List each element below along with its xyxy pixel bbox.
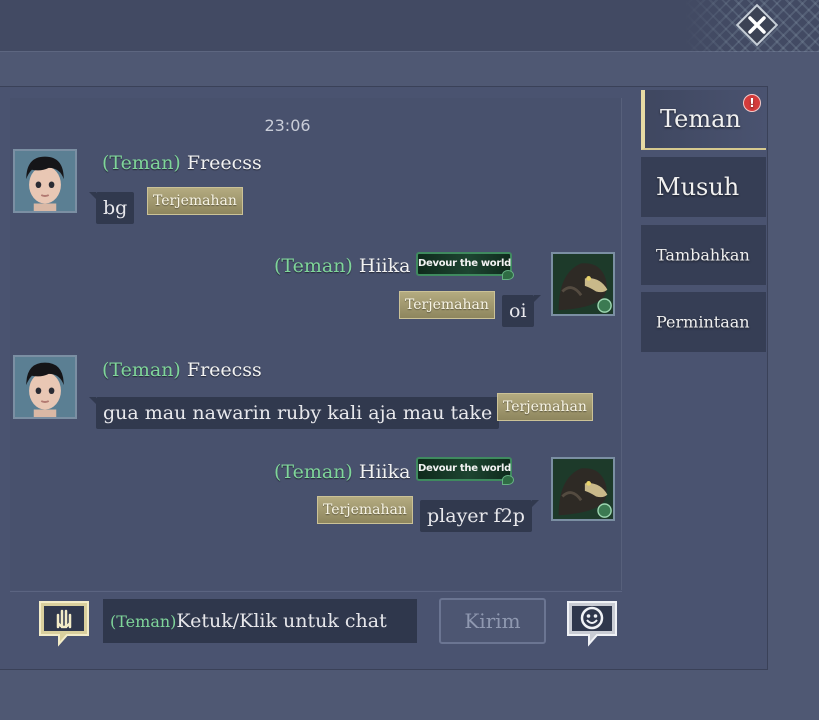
sender-avatar[interactable] [551, 252, 615, 316]
title-badge: Devour the world [416, 252, 514, 280]
boy-avatar-icon [15, 357, 75, 417]
eagle-avatar-icon [553, 459, 613, 519]
tab-label: Permintaan [656, 312, 750, 332]
friend-tag: (Teman) [274, 255, 353, 277]
sender-name[interactable]: Freecss [187, 359, 262, 381]
close-button[interactable] [735, 3, 779, 47]
title-badge-text: Devour the world [418, 258, 511, 269]
boy-avatar-icon [15, 151, 75, 211]
channel-tag: (Teman) [110, 612, 177, 631]
message-header: (Teman) Hiika [274, 255, 410, 277]
message-bubble[interactable]: bg [88, 192, 135, 224]
tab-enemies[interactable]: Musuh [641, 157, 766, 217]
title-badge: Devour the world [416, 457, 514, 485]
tab-label: Musuh [656, 173, 740, 201]
voice-hand-icon [39, 601, 89, 647]
eagle-avatar-icon [553, 254, 613, 314]
emoji-face-icon [567, 601, 617, 647]
sender-avatar[interactable] [13, 149, 77, 213]
sender-avatar[interactable] [551, 457, 615, 521]
chat-timestamp: 23:06 [264, 116, 311, 135]
top-bar [0, 0, 819, 52]
message-bubble[interactable]: player f2p [420, 500, 539, 532]
tab-friends[interactable]: Teman ! [641, 90, 766, 150]
message-bubble[interactable]: gua mau nawarin ruby kali aja mau take [88, 397, 500, 429]
message-header: (Teman) Freecss [102, 359, 262, 381]
sender-name[interactable]: Hiika [359, 255, 411, 277]
message-header: (Teman) Hiika [274, 461, 410, 483]
tab-label: Tambahkan [656, 245, 750, 265]
translate-button[interactable]: Terjemahan [147, 187, 243, 215]
sender-avatar[interactable] [13, 355, 77, 419]
sender-name[interactable]: Freecss [187, 152, 262, 174]
tab-label: Teman [660, 105, 741, 133]
chat-input[interactable]: (Teman)Ketuk/Klik untuk chat [103, 599, 417, 643]
translate-button[interactable]: Terjemahan [497, 393, 593, 421]
close-x-icon [735, 3, 779, 47]
send-button[interactable]: Kirim [439, 598, 546, 644]
friend-tag: (Teman) [102, 359, 181, 381]
input-placeholder: Ketuk/Klik untuk chat [176, 610, 387, 632]
translate-button[interactable]: Terjemahan [317, 496, 413, 524]
message-header: (Teman) Freecss [102, 152, 262, 174]
message-bubble[interactable]: oi [502, 295, 540, 327]
sender-name[interactable]: Hiika [359, 461, 411, 483]
leaf-icon [502, 270, 514, 280]
title-badge-text: Devour the world [418, 463, 511, 474]
voice-chat-button[interactable] [37, 599, 91, 647]
leaf-icon [502, 475, 514, 485]
tab-add-friend[interactable]: Tambahkan [641, 225, 766, 285]
emoji-button[interactable] [565, 599, 619, 647]
tab-requests[interactable]: Permintaan [641, 292, 766, 352]
alert-icon: ! [743, 94, 761, 112]
translate-button[interactable]: Terjemahan [399, 291, 495, 319]
friend-tag: (Teman) [274, 461, 353, 483]
friend-tag: (Teman) [102, 152, 181, 174]
